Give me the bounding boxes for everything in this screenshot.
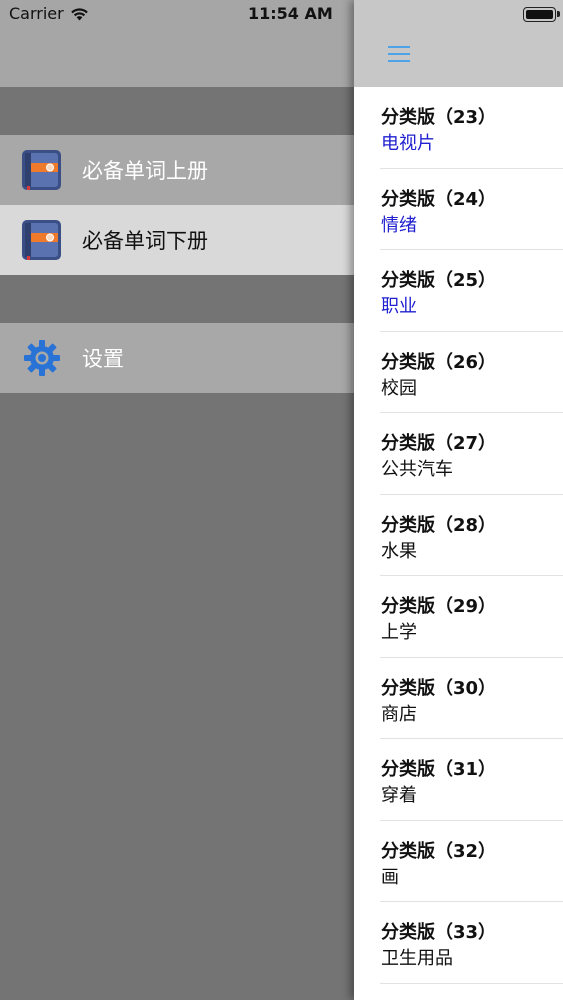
item-title: 分类版（32） bbox=[381, 840, 497, 862]
list-item[interactable]: 分类版（28） 水果 bbox=[380, 495, 563, 576]
list-item[interactable]: 分类版（26） 校园 bbox=[380, 332, 563, 413]
status-time: 11:54 AM bbox=[248, 4, 333, 23]
hamburger-menu-icon[interactable] bbox=[388, 44, 410, 64]
wifi-icon bbox=[70, 7, 88, 20]
carrier-label: Carrier bbox=[9, 4, 64, 23]
battery-cap-icon bbox=[557, 11, 560, 17]
item-subtitle: 情绪 bbox=[381, 214, 417, 236]
category-panel: 分类版（23） 电视片 分类版（24） 情绪 分类版（25） 职业 分类版（26… bbox=[354, 0, 563, 1000]
book-icon bbox=[22, 220, 61, 260]
item-subtitle: 电视片 bbox=[381, 133, 435, 154]
list-item[interactable]: 分类版（32） 画 bbox=[380, 821, 563, 902]
book-icon bbox=[22, 150, 61, 190]
item-subtitle: 公共汽车 bbox=[381, 459, 453, 480]
list-item[interactable]: 分类版（27） 公共汽车 bbox=[380, 413, 563, 495]
item-subtitle: 画 bbox=[381, 866, 399, 888]
list-item[interactable]: 分类版（25） 职业 bbox=[380, 250, 563, 332]
item-title: 分类版（28） bbox=[381, 514, 497, 536]
battery-icon bbox=[523, 7, 556, 22]
item-title: 分类版（24） bbox=[381, 188, 497, 210]
list-item[interactable]: 分类版（23） 电视片 bbox=[380, 87, 563, 169]
list-item[interactable]: 分类版（24） 情绪 bbox=[380, 169, 563, 250]
item-subtitle: 水果 bbox=[381, 540, 417, 562]
category-list: 分类版（23） 电视片 分类版（24） 情绪 分类版（25） 职业 分类版（26… bbox=[354, 87, 563, 984]
list-item[interactable]: 分类版（30） 商店 bbox=[380, 658, 563, 739]
list-item[interactable]: 分类版（29） 上学 bbox=[380, 576, 563, 658]
item-title: 分类版（33） bbox=[381, 922, 497, 943]
item-subtitle: 职业 bbox=[381, 296, 417, 317]
item-title: 分类版（26） bbox=[381, 351, 497, 373]
item-subtitle: 上学 bbox=[381, 622, 417, 643]
item-title: 分类版（23） bbox=[381, 107, 497, 128]
item-subtitle: 卫生用品 bbox=[381, 948, 453, 969]
menu-item-label: 设置 bbox=[82, 347, 124, 371]
item-subtitle: 商店 bbox=[381, 703, 417, 725]
item-title: 分类版（25） bbox=[381, 270, 497, 291]
menu-item-label: 必备单词下册 bbox=[82, 229, 208, 253]
item-title: 分类版（27） bbox=[381, 433, 497, 454]
list-item[interactable]: 分类版（33） 卫生用品 bbox=[380, 902, 563, 984]
menu-item-label: 必备单词上册 bbox=[82, 159, 208, 183]
gear-icon bbox=[24, 340, 60, 376]
item-title: 分类版（29） bbox=[381, 596, 497, 617]
item-subtitle: 校园 bbox=[381, 377, 417, 399]
status-carrier: Carrier bbox=[9, 4, 89, 23]
item-subtitle: 穿着 bbox=[381, 785, 417, 806]
panel-navbar bbox=[354, 0, 563, 87]
item-title: 分类版（30） bbox=[381, 677, 497, 699]
list-item[interactable]: 分类版（31） 穿着 bbox=[380, 739, 563, 821]
item-title: 分类版（31） bbox=[381, 759, 497, 780]
